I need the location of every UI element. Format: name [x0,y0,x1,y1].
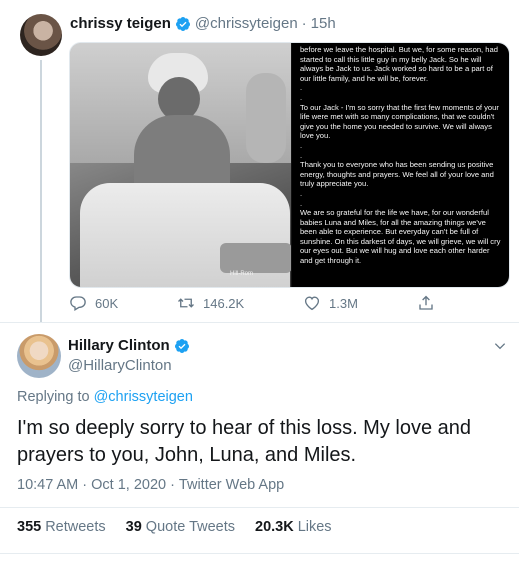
reply-count: 60K [95,295,119,311]
share-button[interactable] [417,292,443,314]
retweet-icon [178,298,194,308]
tweet-date[interactable]: Oct 1, 2020 [91,477,166,493]
notes-dot: . [299,92,303,102]
verified-badge-icon [174,338,189,353]
like-icon [304,296,320,311]
notes-paragraph: Thank you to everyone who has been sendi… [299,160,494,189]
notes-dot: . [299,83,303,93]
notes-dot: . [299,150,303,160]
separator-dot: · [170,477,175,493]
separator-dot: · [301,15,307,32]
tweet-text: I'm so deeply sorry to hear of this loss… [17,417,472,466]
like-count: 1.3M [329,295,358,311]
author-name[interactable]: Hillary Clinton [68,337,170,354]
tweet-source[interactable]: Twitter Web App [179,477,284,493]
notes-dot: . [299,140,303,150]
divider [0,553,519,554]
quote-tweets-label: Quote Tweets [145,519,235,535]
likes-stat[interactable]: 20.3K Likes [255,519,332,535]
author-name-row: Hillary Clinton [68,337,194,354]
share-icon [419,295,433,310]
thread-connector-line [40,60,42,322]
photo-figure-background [246,73,286,163]
photo-bed-brand: Hill-Rom [230,271,253,277]
reply-button[interactable]: 60K [69,292,118,314]
tweet-timestamp[interactable]: 15h [311,15,336,32]
author-handle[interactable]: @chrissyteigen [195,15,298,32]
author-name[interactable]: chrissy teigen [70,15,171,32]
replying-to-label: Replying to [17,389,90,405]
notes-paragraph: To our Jack - I'm so sorry that the firs… [299,102,499,141]
verified-badge-icon [175,16,190,31]
reply-icon [70,296,86,311]
tweet-meta: 10:47 AM · Oct 1, 2020 · Twitter Web App [17,477,284,493]
retweets-stat[interactable]: 355 Retweets [17,519,106,535]
quote-tweets-stat[interactable]: 39 Quote Tweets [126,519,235,535]
likes-label: Likes [297,519,332,535]
photo-bed-rail [220,243,291,273]
retweet-count: 146.2K [203,295,245,311]
parent-tweet-header: chrissy teigen @chrissyteigen · 15h [70,15,336,32]
author-handle[interactable]: @HillaryClinton [68,357,172,374]
quote-tweets-count: 39 [125,519,142,535]
separator-dot: · [82,477,88,493]
replying-to-line: Replying to @chrissyteigen [17,389,193,405]
retweets-label: Retweets [45,519,106,535]
notes-dot: . [299,188,303,198]
tweet-actions: 60K 146.2K 1.3M [69,292,510,316]
notes-paragraph: We are so grateful for the life we have,… [299,208,501,266]
avatar[interactable] [20,14,62,56]
tweet-media[interactable]: Hill-Rom before we leave the hospital. B… [69,42,510,288]
likes-count: 20.3K [255,519,294,535]
notes-dot: . [299,198,303,208]
notes-screenshot[interactable]: before we leave the hospital. But we, fo… [290,43,509,287]
retweet-button[interactable]: 146.2K [177,292,244,314]
notes-paragraph: before we leave the hospital. But we, fo… [299,45,498,83]
tweet-thread: chrissy teigen @chrissyteigen · 15h Hill… [0,0,519,563]
chevron-down-icon[interactable] [493,339,507,353]
reply-tweet[interactable]: Hillary Clinton @HillaryClinton Replying… [0,322,519,563]
divider [0,507,519,508]
parent-tweet[interactable]: chrissy teigen @chrissyteigen · 15h Hill… [0,0,519,322]
tweet-stats: 355 Retweets 39 Quote Tweets 20.3K Likes [17,519,352,535]
retweets-count: 355 [17,519,42,535]
like-button[interactable]: 1.3M [303,292,358,314]
replying-to-link[interactable]: @chrissyteigen [94,389,193,405]
tweet-time[interactable]: 10:47 AM [17,477,78,493]
avatar[interactable] [17,334,61,378]
hospital-photo[interactable]: Hill-Rom [70,43,291,287]
